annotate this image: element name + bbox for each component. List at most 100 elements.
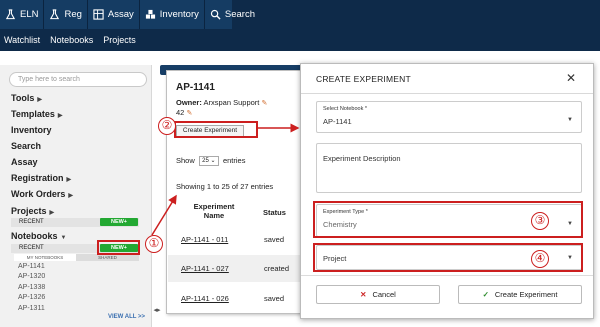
experiment-status: saved [264, 235, 285, 244]
modal-title: CREATE EXPERIMENT [316, 74, 411, 84]
sidebar-item-templates[interactable]: Templates ▶ [11, 109, 62, 119]
sidebar-item-projects[interactable]: Projects ▶ [11, 206, 54, 216]
page-size-value: 25 [202, 158, 209, 165]
page-size-select[interactable]: 25 ⌄ [198, 156, 219, 167]
pencil-icon[interactable]: ✎ [261, 100, 267, 107]
callout-step-4: ④ [531, 250, 549, 268]
sidebar-item-work-orders[interactable]: Work Orders ▶ [11, 189, 73, 199]
flask-icon [5, 9, 16, 20]
nav-assay[interactable]: Assay [88, 0, 140, 29]
highlight-new-notebook [97, 240, 140, 255]
table-row: AP-1141 - 027 created [168, 255, 314, 282]
experiment-link[interactable]: AP-1141 - 027 [181, 264, 229, 273]
caret-down-icon: ▼ [60, 235, 67, 241]
nav-inventory[interactable]: Inventory [140, 0, 205, 29]
sidebar: Type here to search Tools ▶ Templates ▶ In… [0, 65, 152, 327]
create-label: Create Experiment [494, 290, 558, 299]
sidebar-item-label: Projects [11, 206, 47, 216]
column-header-name-line1: Experiment [193, 202, 235, 211]
search-icon [210, 9, 221, 20]
sidebar-item-tools[interactable]: Tools ▶ [11, 93, 42, 103]
notebook-select[interactable]: Select Notebook * AP-1141 ▼ [316, 101, 582, 133]
nav-search-label: Search [224, 9, 255, 20]
nav-eln[interactable]: ELN [0, 0, 45, 29]
notebook-list-item[interactable]: AP-1320 [18, 273, 45, 280]
collapse-sidebar-icon[interactable]: ◂▸ [152, 306, 162, 316]
sidebar-item-inventory[interactable]: Inventory [11, 125, 52, 135]
sidebar-item-label: Search [11, 141, 42, 151]
boxes-icon [145, 9, 155, 19]
sidebar-item-label: Work Orders [11, 189, 66, 199]
sidebar-item-notebooks[interactable]: Notebooks ▼ [11, 231, 66, 241]
new-project-button[interactable]: NEW+ [100, 218, 138, 226]
caret-right-icon: ▶ [37, 97, 42, 103]
notebook-list-item[interactable]: AP-1141 [18, 263, 45, 270]
callout-step-2: ② [158, 117, 176, 135]
nav-search[interactable]: Search [205, 0, 260, 29]
sidebar-search-input[interactable]: Type here to search [9, 72, 147, 87]
create-experiment-modal: CREATE EXPERIMENT ✕ Select Notebook * AP… [300, 63, 594, 319]
grid-icon [93, 9, 104, 20]
notebook-list-item[interactable]: AP-1338 [18, 284, 45, 291]
nav-inventory-label: Inventory [159, 9, 199, 20]
tab-my-notebooks[interactable]: MY NOTEBOOKS [14, 254, 76, 261]
experiment-link[interactable]: AP-1141 - 011 [181, 235, 228, 244]
sidebar-item-label: Notebooks [11, 231, 58, 241]
notebook-tabs: MY NOTEBOOKS SHARED [11, 254, 139, 261]
nav-reg[interactable]: Reg [44, 0, 88, 29]
callout-step-1: ① [145, 235, 163, 253]
callout-step-3: ③ [531, 212, 549, 230]
nav-reg-label: Reg [64, 9, 82, 20]
column-header-status[interactable]: Status [263, 208, 286, 217]
table-row: AP-1141 - 026 saved [168, 285, 314, 312]
showing-info: Showing 1 to 25 of 27 entries [176, 182, 274, 191]
column-header-name-line2: Name [203, 211, 225, 220]
view-all-link[interactable]: VIEW ALL >> [108, 314, 145, 320]
subnav-watchlist[interactable]: Watchlist [0, 29, 45, 51]
sidebar-item-label: Inventory [11, 125, 52, 135]
notebook-count: 42 [176, 108, 185, 117]
description-placeholder: Experiment Description [323, 154, 401, 163]
sub-nav: Watchlist Notebooks Projects [0, 29, 600, 51]
flask-icon [50, 9, 60, 20]
sidebar-item-assay[interactable]: Assay [11, 157, 38, 167]
nav-eln-label: ELN [20, 9, 39, 20]
description-field[interactable]: Experiment Description [316, 143, 582, 193]
sidebar-item-label: Templates [11, 109, 55, 119]
sidebar-item-label: Tools [11, 93, 35, 103]
highlight-create-experiment [174, 121, 258, 138]
cancel-label: Cancel [372, 290, 396, 299]
column-header-name[interactable]: Experiment Name [184, 202, 244, 220]
caret-right-icon: ▶ [68, 193, 73, 199]
tab-shared[interactable]: SHARED [76, 254, 139, 261]
sidebar-item-registration[interactable]: Registration ▶ [11, 173, 71, 183]
caret-right-icon: ▶ [49, 210, 55, 216]
top-nav: ELN Reg Assay Inventory Search [0, 0, 600, 29]
close-icon[interactable]: ✕ [566, 71, 576, 85]
notebook-list-item[interactable]: AP-1326 [18, 294, 45, 301]
show-suffix: entries [222, 156, 246, 165]
notebook-select-label: Select Notebook * [323, 106, 368, 112]
caret-down-icon: ▼ [567, 117, 573, 123]
notebook-select-value: AP-1141 [323, 117, 352, 126]
caret-right-icon: ▶ [57, 113, 63, 119]
owner-line: Owner: Arxspan Support ✎ [176, 98, 267, 107]
cancel-button[interactable]: ✕ Cancel [316, 285, 440, 304]
create-experiment-submit-button[interactable]: ✓ Create Experiment [458, 285, 582, 304]
notebook-panel: AP-1141 Owner: Arxspan Support ✎ 42 ✎ Cr… [166, 70, 314, 314]
experiment-link[interactable]: AP-1141 - 026 [181, 294, 229, 303]
subnav-projects[interactable]: Projects [98, 29, 141, 51]
sidebar-item-label: Assay [11, 157, 38, 167]
owner-name: Arxspan Support [203, 98, 260, 107]
pencil-icon[interactable]: ✎ [186, 110, 192, 117]
sidebar-item-search[interactable]: Search [11, 141, 41, 151]
modal-divider [301, 275, 593, 276]
experiment-status: created [264, 264, 290, 273]
notebook-list-item[interactable]: AP-1311 [18, 305, 45, 312]
show-prefix: Show [176, 156, 195, 165]
sidebar-item-label: Registration [11, 173, 64, 183]
subnav-notebooks[interactable]: Notebooks [45, 29, 98, 51]
table-row: AP-1141 - 011 saved [168, 226, 314, 253]
owner-label: Owner: [176, 98, 202, 107]
count-line: 42 ✎ [176, 108, 192, 117]
